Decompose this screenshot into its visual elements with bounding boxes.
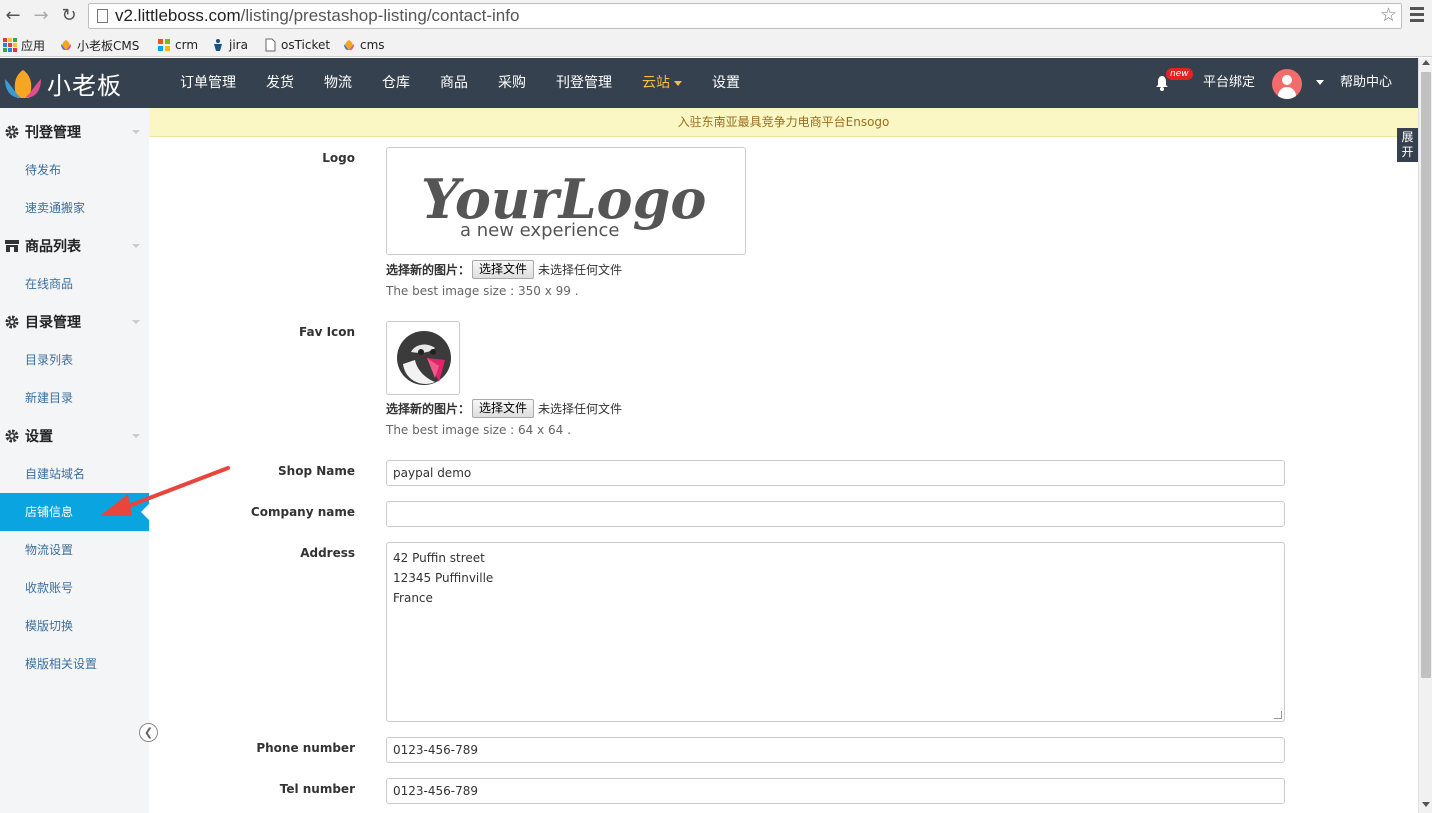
page-scrollbar[interactable] (1418, 58, 1432, 813)
fav-icon-no-file-text: 未选择任何文件 (538, 401, 623, 416)
scroll-down-icon[interactable] (1422, 802, 1430, 807)
nav-settings[interactable]: 设置 (698, 58, 756, 108)
chevron-down-icon (132, 244, 140, 248)
new-badge: new (1166, 68, 1193, 80)
sidebar-item-new-catalog[interactable]: 新建目录 (0, 379, 149, 417)
logo-preview: YourLogo a new experience (386, 147, 746, 255)
chevron-left-icon: ❮ (143, 726, 154, 739)
nav-shipping[interactable]: 发货 (252, 58, 310, 108)
shop-name-input[interactable]: paypal demo (386, 460, 1285, 486)
fav-icon-file-row: 选择新的图片： 选择文件 未选择任何文件 (386, 398, 623, 418)
notice-banner[interactable]: 入驻东南亚最具竞争力电商平台Ensogo (149, 108, 1418, 137)
address-line: 42 Puffin street (393, 551, 485, 565)
expand-tab[interactable]: 展开 (1397, 128, 1418, 162)
logo-no-file-text: 未选择任何文件 (538, 262, 623, 277)
windows-icon (158, 39, 170, 51)
sidebar-item-template-switch[interactable]: 模版切换 (0, 607, 149, 645)
sidebar-item-online-products[interactable]: 在线商品 (0, 265, 149, 303)
shop-name-label: Shop Name (278, 464, 355, 478)
fav-icon-preview (386, 321, 460, 395)
logo-size-hint: The best image size : 350 x 99 . (386, 284, 579, 298)
browser-menu-icon[interactable] (1410, 7, 1424, 23)
company-name-label: Company name (250, 505, 355, 519)
back-arrow-icon[interactable]: ← (2, 5, 24, 27)
bookmark-osticket[interactable]: osTicket (263, 36, 330, 54)
bookmarks-bar: 应用 小老板CMS crm jira osTicket cms (0, 33, 1432, 57)
logo-image: YourLogo a new experience (421, 167, 706, 241)
app-logo[interactable]: 小老板 (3, 66, 122, 101)
logo-file-row: 选择新的图片： 选择文件 未选择任何文件 (386, 259, 623, 279)
sidebar-group-settings[interactable]: 设置 (0, 417, 149, 455)
phone-number-label: Phone number (256, 741, 355, 755)
chevron-down-icon[interactable] (1316, 80, 1324, 85)
address-line: France (393, 591, 433, 605)
sidebar-item-catalog-list[interactable]: 目录列表 (0, 341, 149, 379)
company-name-input[interactable] (386, 501, 1285, 527)
address-bar[interactable]: v2.littleboss.com/listing/prestashop-lis… (88, 3, 1402, 29)
scroll-up-icon[interactable] (1422, 60, 1430, 65)
nav-orders[interactable]: 订单管理 (166, 58, 252, 108)
phone-number-input[interactable]: 0123-456-789 (386, 737, 1285, 763)
fav-icon-size-hint: The best image size : 64 x 64 . (386, 423, 571, 437)
scrollbar-thumb[interactable] (1421, 72, 1431, 678)
address-label: Address (300, 546, 355, 560)
bookmark-cms[interactable]: cms (342, 36, 385, 54)
nav-products[interactable]: 商品 (426, 58, 484, 108)
forward-arrow-icon[interactable]: → (30, 5, 52, 27)
nav-listing[interactable]: 刊登管理 (542, 58, 628, 108)
sidebar-item-aliexpress-move[interactable]: 速卖通搬家 (0, 189, 149, 227)
resize-grip-icon[interactable] (1274, 711, 1282, 719)
logo-text: 小老板 (47, 72, 122, 100)
littleboss-icon (61, 40, 71, 50)
top-nav: 订单管理 发货 物流 仓库 商品 采购 刊登管理 云站 设置 (166, 58, 756, 108)
reload-icon[interactable]: ↻ (58, 5, 80, 27)
bookmark-jira[interactable]: jira (211, 36, 248, 54)
bookmark-littleboss-cms[interactable]: 小老板CMS (59, 36, 139, 54)
store-icon (5, 240, 19, 252)
bookmark-crm[interactable]: crm (157, 36, 198, 54)
sidebar-item-payment-account[interactable]: 收款账号 (0, 569, 149, 607)
collapse-sidebar-button[interactable]: ❮ (139, 723, 158, 742)
sidebar: 刊登管理 待发布 速卖通搬家 商品列表 在线商品 目录管理 目录列表 新建目录 … (0, 108, 158, 813)
apps-icon (3, 38, 17, 52)
tel-number-input[interactable]: 0123-456-789 (386, 778, 1285, 804)
bookmark-apps[interactable]: 应用 (3, 36, 45, 54)
logo-label: Logo (322, 151, 355, 165)
chevron-down-icon (674, 80, 682, 86)
page-icon (97, 9, 108, 23)
bookmark-star-icon[interactable]: ☆ (1380, 4, 1397, 26)
tel-number-label: Tel number (279, 782, 355, 796)
logo-choose-file-button[interactable]: 选择文件 (472, 259, 535, 279)
gear-icon (5, 429, 19, 443)
nav-cloud-site[interactable]: 云站 (628, 58, 698, 108)
nav-logistics[interactable]: 物流 (310, 58, 368, 108)
sidebar-group-listing[interactable]: 刊登管理 (0, 113, 149, 151)
littleboss-icon (344, 40, 354, 50)
sidebar-item-template-settings[interactable]: 模版相关设置 (0, 645, 149, 683)
chevron-down-icon (132, 320, 140, 324)
avatar[interactable] (1272, 69, 1302, 99)
fav-icon-choose-file-button[interactable]: 选择文件 (472, 398, 535, 418)
chevron-down-icon (132, 434, 140, 438)
app-header: 小老板 订单管理 发货 物流 仓库 商品 采购 刊登管理 云站 设置 new 平… (0, 58, 1418, 108)
jira-icon (214, 39, 222, 51)
fav-icon-label: Fav Icon (299, 325, 355, 339)
platform-bind-link[interactable]: 平台绑定 (1203, 58, 1255, 108)
page-icon (265, 38, 276, 52)
littleboss-logo-icon (5, 69, 41, 98)
help-center-link[interactable]: 帮助中心 (1340, 58, 1392, 108)
nav-purchasing[interactable]: 采购 (484, 58, 542, 108)
address-line: 12345 Puffinville (393, 571, 494, 585)
chevron-down-icon (132, 130, 140, 134)
sidebar-group-product-list[interactable]: 商品列表 (0, 227, 149, 265)
url-text[interactable]: v2.littleboss.com/listing/prestashop-lis… (115, 6, 519, 26)
logo-image-sub-text: a new experience (460, 220, 619, 241)
address-textarea[interactable]: 42 Puffin street 12345 Puffinville Franc… (386, 542, 1285, 722)
puffin-icon (397, 331, 451, 385)
gear-icon (5, 125, 19, 139)
nav-warehouse[interactable]: 仓库 (368, 58, 426, 108)
browser-toolbar: ← → ↻ v2.littleboss.com/listing/prestash… (0, 0, 1432, 33)
